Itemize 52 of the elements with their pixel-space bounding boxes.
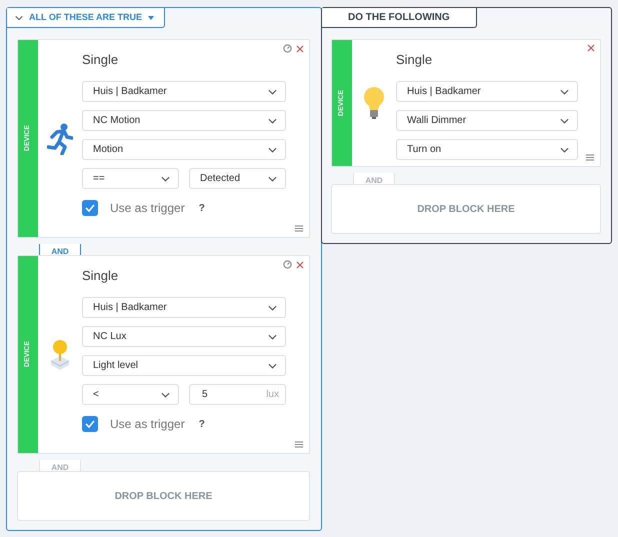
- dropdown-select[interactable]: Motion: [82, 139, 286, 160]
- dropdown-select[interactable]: <: [82, 384, 179, 405]
- trigger-label: Use as trigger: [110, 200, 185, 217]
- chevron-down-icon: [268, 118, 277, 124]
- drag-handle-icon[interactable]: [586, 154, 594, 161]
- conditions-header[interactable]: ALL OF THESE ARE TRUE: [7, 8, 165, 28]
- chevron-down-icon: [560, 88, 569, 94]
- dropdown-select[interactable]: Walli Dimmer: [396, 110, 578, 131]
- trigger-checkbox[interactable]: [82, 416, 98, 432]
- chevron-down-icon: [560, 118, 569, 124]
- help-mark[interactable]: ?: [198, 200, 205, 216]
- dropdown-select[interactable]: Turn on: [396, 139, 578, 160]
- running-person-icon: [47, 122, 73, 154]
- chevron-down-icon: [268, 304, 277, 310]
- block-title: Single: [82, 267, 120, 285]
- trigger-label: Use as trigger: [110, 416, 185, 433]
- block-title: Single: [82, 51, 120, 69]
- chevron-down-icon: [268, 362, 277, 368]
- trigger-checkbox[interactable]: [82, 200, 98, 216]
- light-sensor-icon: [49, 338, 71, 370]
- drag-handle-icon[interactable]: [295, 225, 303, 232]
- chevron-down-icon: [15, 14, 23, 20]
- caret-icon: [148, 16, 154, 20]
- unit-label: lux: [266, 388, 279, 402]
- dropdown-select[interactable]: NC Motion: [82, 110, 286, 131]
- chevron-down-icon: [560, 146, 569, 152]
- chevron-down-icon: [161, 392, 170, 398]
- light-bulb-icon: [363, 86, 385, 120]
- dropdown-select[interactable]: ==: [82, 168, 179, 189]
- chevron-down-icon: [268, 88, 277, 94]
- drag-handle-icon[interactable]: [295, 441, 303, 448]
- dropdown-select[interactable]: Detected: [189, 168, 286, 189]
- number-field[interactable]: 5 lux: [189, 384, 286, 405]
- clock-icon[interactable]: [283, 260, 292, 269]
- help-mark[interactable]: ?: [198, 416, 205, 432]
- close-icon[interactable]: [296, 260, 304, 268]
- chevron-down-icon: [268, 146, 277, 152]
- chevron-down-icon: [268, 334, 277, 340]
- check-icon: [85, 420, 95, 428]
- dropdown-select[interactable]: Huis | Badkamer: [82, 297, 286, 318]
- dropdown-select[interactable]: NC Lux: [82, 326, 286, 347]
- check-icon: [85, 204, 95, 212]
- dropdown-select[interactable]: Huis | Badkamer: [396, 81, 578, 102]
- dropdown-select[interactable]: Light level: [82, 355, 286, 376]
- chevron-down-icon: [268, 176, 277, 182]
- block-title: Single: [396, 51, 434, 69]
- close-icon[interactable]: [296, 44, 304, 52]
- actions-header: DO THE FOLLOWING: [322, 8, 477, 28]
- dropdown-select[interactable]: Huis | Badkamer: [82, 81, 286, 102]
- clock-icon[interactable]: [283, 44, 292, 53]
- chevron-down-icon: [161, 176, 170, 182]
- close-icon[interactable]: [587, 44, 595, 52]
